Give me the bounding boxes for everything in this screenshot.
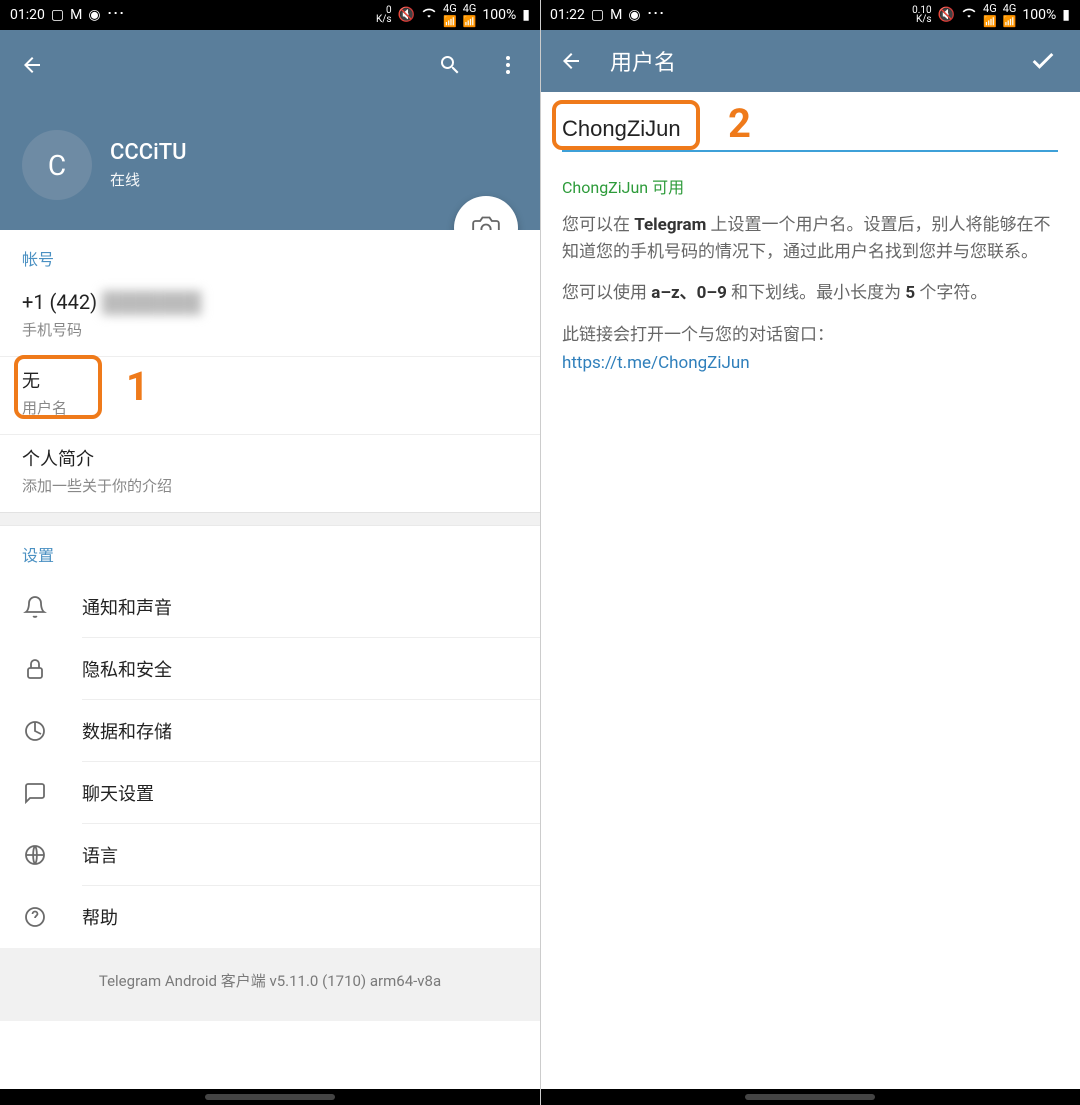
screen-username-edit: 01:22 ▢ M ◉ 0.10K/s 🔇 4G📶 4G📶 100% ▮ bbox=[540, 0, 1080, 1105]
chat-icon: ◉ bbox=[88, 7, 100, 23]
net-speed: 0K/s bbox=[376, 6, 392, 24]
mute-icon: 🔇 bbox=[938, 7, 955, 23]
image-icon: ▢ bbox=[51, 7, 64, 23]
settings-label: 隐私和安全 bbox=[82, 656, 172, 682]
image-icon: ▢ bbox=[591, 7, 604, 23]
net-speed: 0.10K/s bbox=[912, 6, 932, 24]
battery-icon: ▮ bbox=[522, 7, 530, 23]
settings-label: 通知和声音 bbox=[82, 594, 172, 620]
signal-icon: 4G📶 bbox=[443, 2, 457, 28]
account-header: 帐号 bbox=[0, 230, 540, 280]
search-button[interactable] bbox=[432, 47, 468, 83]
phone-label: 手机号码 bbox=[22, 319, 518, 340]
android-navbar bbox=[0, 1089, 540, 1105]
settings-label: 数据和存储 bbox=[82, 718, 172, 744]
bio-desc: 添加一些关于你的介绍 bbox=[22, 475, 518, 496]
lock-icon bbox=[22, 656, 48, 682]
more-icon bbox=[107, 7, 125, 23]
status-bar: 01:20 ▢ M ◉ 0K/s 🔇 4G📶 4G📶 100% ▮ bbox=[0, 0, 540, 30]
chat-icon: ◉ bbox=[628, 7, 640, 23]
back-button[interactable] bbox=[14, 47, 50, 83]
username-input-wrap[interactable] bbox=[562, 110, 1058, 152]
bio-row[interactable]: 个人简介 添加一些关于你的介绍 bbox=[0, 435, 540, 512]
username-desc-2: 您可以使用 a–z、0–9 和下划线。最小长度为 5 个字符。 bbox=[562, 280, 1058, 307]
screen-settings: 01:20 ▢ M ◉ 0K/s 🔇 4G📶 4G📶 100% ▮ bbox=[0, 0, 540, 1105]
username-link[interactable]: https://t.me/ChongZiJun bbox=[562, 353, 1058, 373]
more-icon bbox=[647, 7, 665, 23]
battery-pct: 100% bbox=[1022, 7, 1056, 23]
username-body: 2 ChongZiJun 可用 您可以在 Telegram 上设置一个用户名。设… bbox=[540, 92, 1080, 391]
username-row[interactable]: 无 用户名 1 bbox=[0, 357, 540, 435]
account-section: 帐号 +1 (442) ███████ 手机号码 无 用户名 1 个人简介 添加… bbox=[0, 230, 540, 512]
settings-row-notifications[interactable]: 通知和声音 bbox=[0, 576, 540, 638]
signal-icon: 4G📶 bbox=[983, 2, 997, 28]
username-header: 用户名 bbox=[540, 30, 1080, 92]
phone-value: +1 (442) bbox=[22, 290, 97, 314]
settings-row-data[interactable]: 数据和存储 bbox=[0, 700, 540, 762]
android-navbar bbox=[540, 1089, 1080, 1105]
profile-status: 在线 bbox=[110, 169, 187, 190]
status-time: 01:22 bbox=[550, 7, 585, 23]
username-desc-3: 此链接会打开一个与您的对话窗口： bbox=[562, 322, 1058, 349]
username-label: 用户名 bbox=[22, 397, 518, 418]
chat-settings-icon bbox=[22, 780, 48, 806]
username-available: ChongZiJun 可用 bbox=[562, 174, 1058, 198]
menu-button[interactable] bbox=[490, 47, 526, 83]
phone-redacted: ███████ bbox=[102, 290, 201, 315]
profile-header: C CCCiTU 在线 bbox=[0, 30, 540, 230]
status-time: 01:20 bbox=[10, 7, 45, 23]
bio-title: 个人简介 bbox=[22, 445, 518, 471]
username-input[interactable] bbox=[562, 116, 1058, 142]
section-gap bbox=[0, 512, 540, 526]
settings-row-privacy[interactable]: 隐私和安全 bbox=[0, 638, 540, 700]
battery-icon: ▮ bbox=[1062, 7, 1070, 23]
avatar[interactable]: C bbox=[22, 130, 92, 200]
signal2-icon: 4G📶 bbox=[1003, 2, 1017, 28]
confirm-button[interactable] bbox=[1026, 44, 1060, 78]
username-desc-1: 您可以在 Telegram 上设置一个用户名。设置后，别人将能够在不知道您的手机… bbox=[562, 212, 1058, 266]
signal2-icon: 4G📶 bbox=[463, 2, 477, 28]
profile-name: CCCiTU bbox=[110, 140, 187, 165]
bell-icon bbox=[22, 594, 48, 620]
globe-icon bbox=[22, 842, 48, 868]
screens-divider bbox=[540, 0, 541, 1105]
mute-icon: 🔇 bbox=[398, 7, 415, 23]
page-title: 用户名 bbox=[610, 45, 676, 77]
settings-header: 设置 bbox=[0, 526, 540, 576]
settings-section: 设置 通知和声音 隐私和安全 数据和存储 bbox=[0, 526, 540, 948]
back-button[interactable] bbox=[556, 46, 586, 76]
battery-pct: 100% bbox=[482, 7, 516, 23]
username-value: 无 bbox=[22, 367, 518, 393]
wifi-icon bbox=[421, 6, 437, 24]
wifi-icon bbox=[961, 6, 977, 24]
status-bar: 01:22 ▢ M ◉ 0.10K/s 🔇 4G📶 4G📶 100% ▮ bbox=[540, 0, 1080, 30]
settings-label: 聊天设置 bbox=[82, 780, 154, 806]
phone-row[interactable]: +1 (442) ███████ 手机号码 bbox=[0, 280, 540, 357]
settings-row-language[interactable]: 语言 bbox=[0, 824, 540, 886]
mail-icon: M bbox=[610, 7, 622, 23]
help-icon bbox=[22, 904, 48, 930]
data-icon bbox=[22, 718, 48, 744]
settings-label: 帮助 bbox=[82, 904, 118, 930]
settings-row-help[interactable]: 帮助 bbox=[0, 886, 540, 948]
app-version-footer: Telegram Android 客户端 v5.11.0 (1710) arm6… bbox=[0, 948, 540, 1021]
settings-row-chat[interactable]: 聊天设置 bbox=[0, 762, 540, 824]
settings-label: 语言 bbox=[82, 842, 118, 868]
mail-icon: M bbox=[70, 7, 82, 23]
